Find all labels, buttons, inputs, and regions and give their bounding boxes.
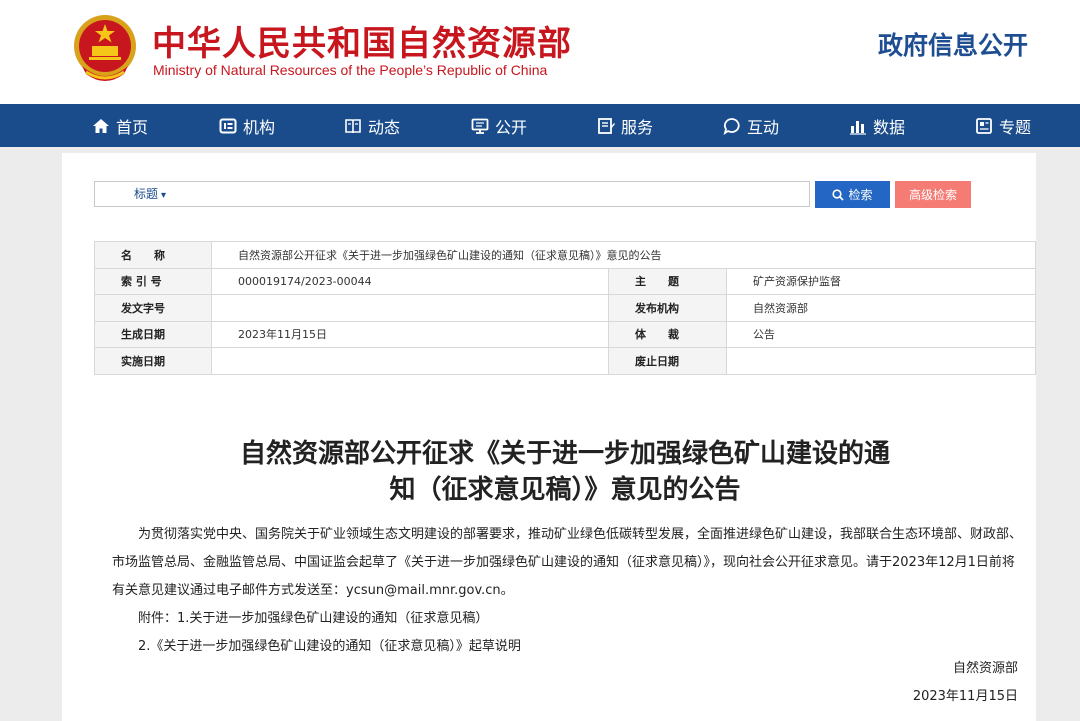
info-label: 名 称 [94,241,212,269]
nav-item-data[interactable]: 数据 [849,104,905,147]
advanced-search-button[interactable]: 高级检索 [895,181,971,208]
nav-label: 首页 [116,117,149,137]
search-button-label: 检索 [848,188,873,202]
topic-icon [976,117,992,134]
nav-item-interact[interactable]: 互动 [723,104,779,147]
info-value: 自然资源部公开征求《关于进一步加强绿色矿山建设的通知（征求意见稿）》意见的公告 [211,241,1036,269]
table-row: 发文字号 发布机构 自然资源部 [94,294,1036,322]
org-icon [219,118,237,133]
info-label: 索 引 号 [94,267,212,295]
disclosure-icon [471,118,489,134]
search-bar: 标题 ▾ [94,181,810,207]
table-row: 索 引 号 000019174/2023-00044 主 题 矿产资源保护监督 [94,267,1036,295]
info-label: 发布机构 [608,294,727,322]
info-label: 废止日期 [608,347,727,375]
nav-label: 专题 [999,117,1032,137]
info-value: 矿产资源保护监督 [726,267,1036,295]
search-button[interactable]: 检索 [815,181,890,208]
search-scope-select[interactable]: 标题 ▾ [96,182,166,206]
search-scope-label: 标题 [134,187,159,201]
article-paragraph: 为贯彻落实党中央、国务院关于矿业领域生态文明建设的部署要求，推动矿业绿色低碳转型… [112,527,1023,598]
nav-item-service[interactable]: 服务 [597,104,653,147]
nav-item-home[interactable]: 首页 [92,104,148,147]
nav-label: 机构 [243,117,276,137]
search-input[interactable] [187,184,803,204]
site-header: 中华人民共和国自然资源部 Ministry of Natural Resourc… [0,0,1080,104]
signer: 自然资源部 [952,661,1018,676]
info-label: 发文字号 [94,294,212,322]
nav-label: 动态 [368,117,401,137]
info-value: 公告 [726,320,1036,348]
info-label: 实施日期 [94,347,212,375]
info-label: 生成日期 [94,320,212,348]
nav-label: 数据 [873,117,906,137]
gov-info-disclosure-label[interactable]: 政府信息公开 [878,26,1028,62]
advanced-search-label: 高级检索 [908,188,957,202]
info-value [211,294,609,322]
article-title-line: 自然资源部公开征求《关于进一步加强绿色矿山建设的通 [239,439,890,469]
news-icon [345,118,361,133]
table-row: 实施日期 废止日期 [94,347,1036,375]
info-value: 2023年11月15日 [211,320,609,348]
info-value [211,347,609,375]
document-info-table: 名 称 自然资源部公开征求《关于进一步加强绿色矿山建设的通知（征求意见稿）》意见… [94,241,1036,375]
article-title-line: 知（征求意见稿）》意见的公告 [389,475,741,505]
nav-item-topic[interactable]: 专题 [975,104,1031,147]
site-title[interactable]: 中华人民共和国自然资源部 [152,16,572,65]
info-value: 000019174/2023-00044 [211,267,609,295]
attachment-link[interactable]: 附件：1.关于进一步加强绿色矿山建设的通知（征求意见稿） [112,605,1022,633]
info-label: 体 裁 [608,320,727,348]
search-icon [832,188,845,201]
info-label: 主 题 [608,267,727,295]
nav-label: 互动 [747,117,780,137]
interact-icon [723,117,740,135]
chevron-down-icon: ▾ [161,190,167,201]
info-value [726,347,1036,375]
table-row: 名 称 自然资源部公开征求《关于进一步加强绿色矿山建设的通知（征求意见稿）》意见… [94,241,1036,269]
info-value: 自然资源部 [726,294,1036,322]
nav-item-news[interactable]: 动态 [344,104,400,147]
national-emblem-icon[interactable] [72,14,138,82]
nav-label: 服务 [621,117,654,137]
attachment-link[interactable]: 2.《关于进一步加强绿色矿山建设的通知（征求意见稿）》起草说明 [112,633,1022,661]
article-title: 自然资源部公开征求《关于进一步加强绿色矿山建设的通 知（征求意见稿）》意见的公告 [150,436,980,508]
article-body: 为贯彻落实党中央、国务院关于矿业领域生态文明建设的部署要求，推动矿业绿色低碳转型… [112,521,1022,661]
home-icon [93,118,109,133]
site-subtitle: Ministry of Natural Resources of the Peo… [153,62,548,78]
nav-label: 公开 [495,117,528,137]
nav-item-disclosure[interactable]: 公开 [471,104,527,147]
table-row: 生成日期 2023年11月15日 体 裁 公告 [94,320,1036,348]
main-nav: 首页 机构 动态 公开 服务 互动 数据 专题 [0,104,1080,147]
nav-item-org[interactable]: 机构 [219,104,275,147]
data-icon [850,120,866,135]
publish-date: 2023年11月15日 [912,689,1018,704]
service-icon [598,117,615,134]
